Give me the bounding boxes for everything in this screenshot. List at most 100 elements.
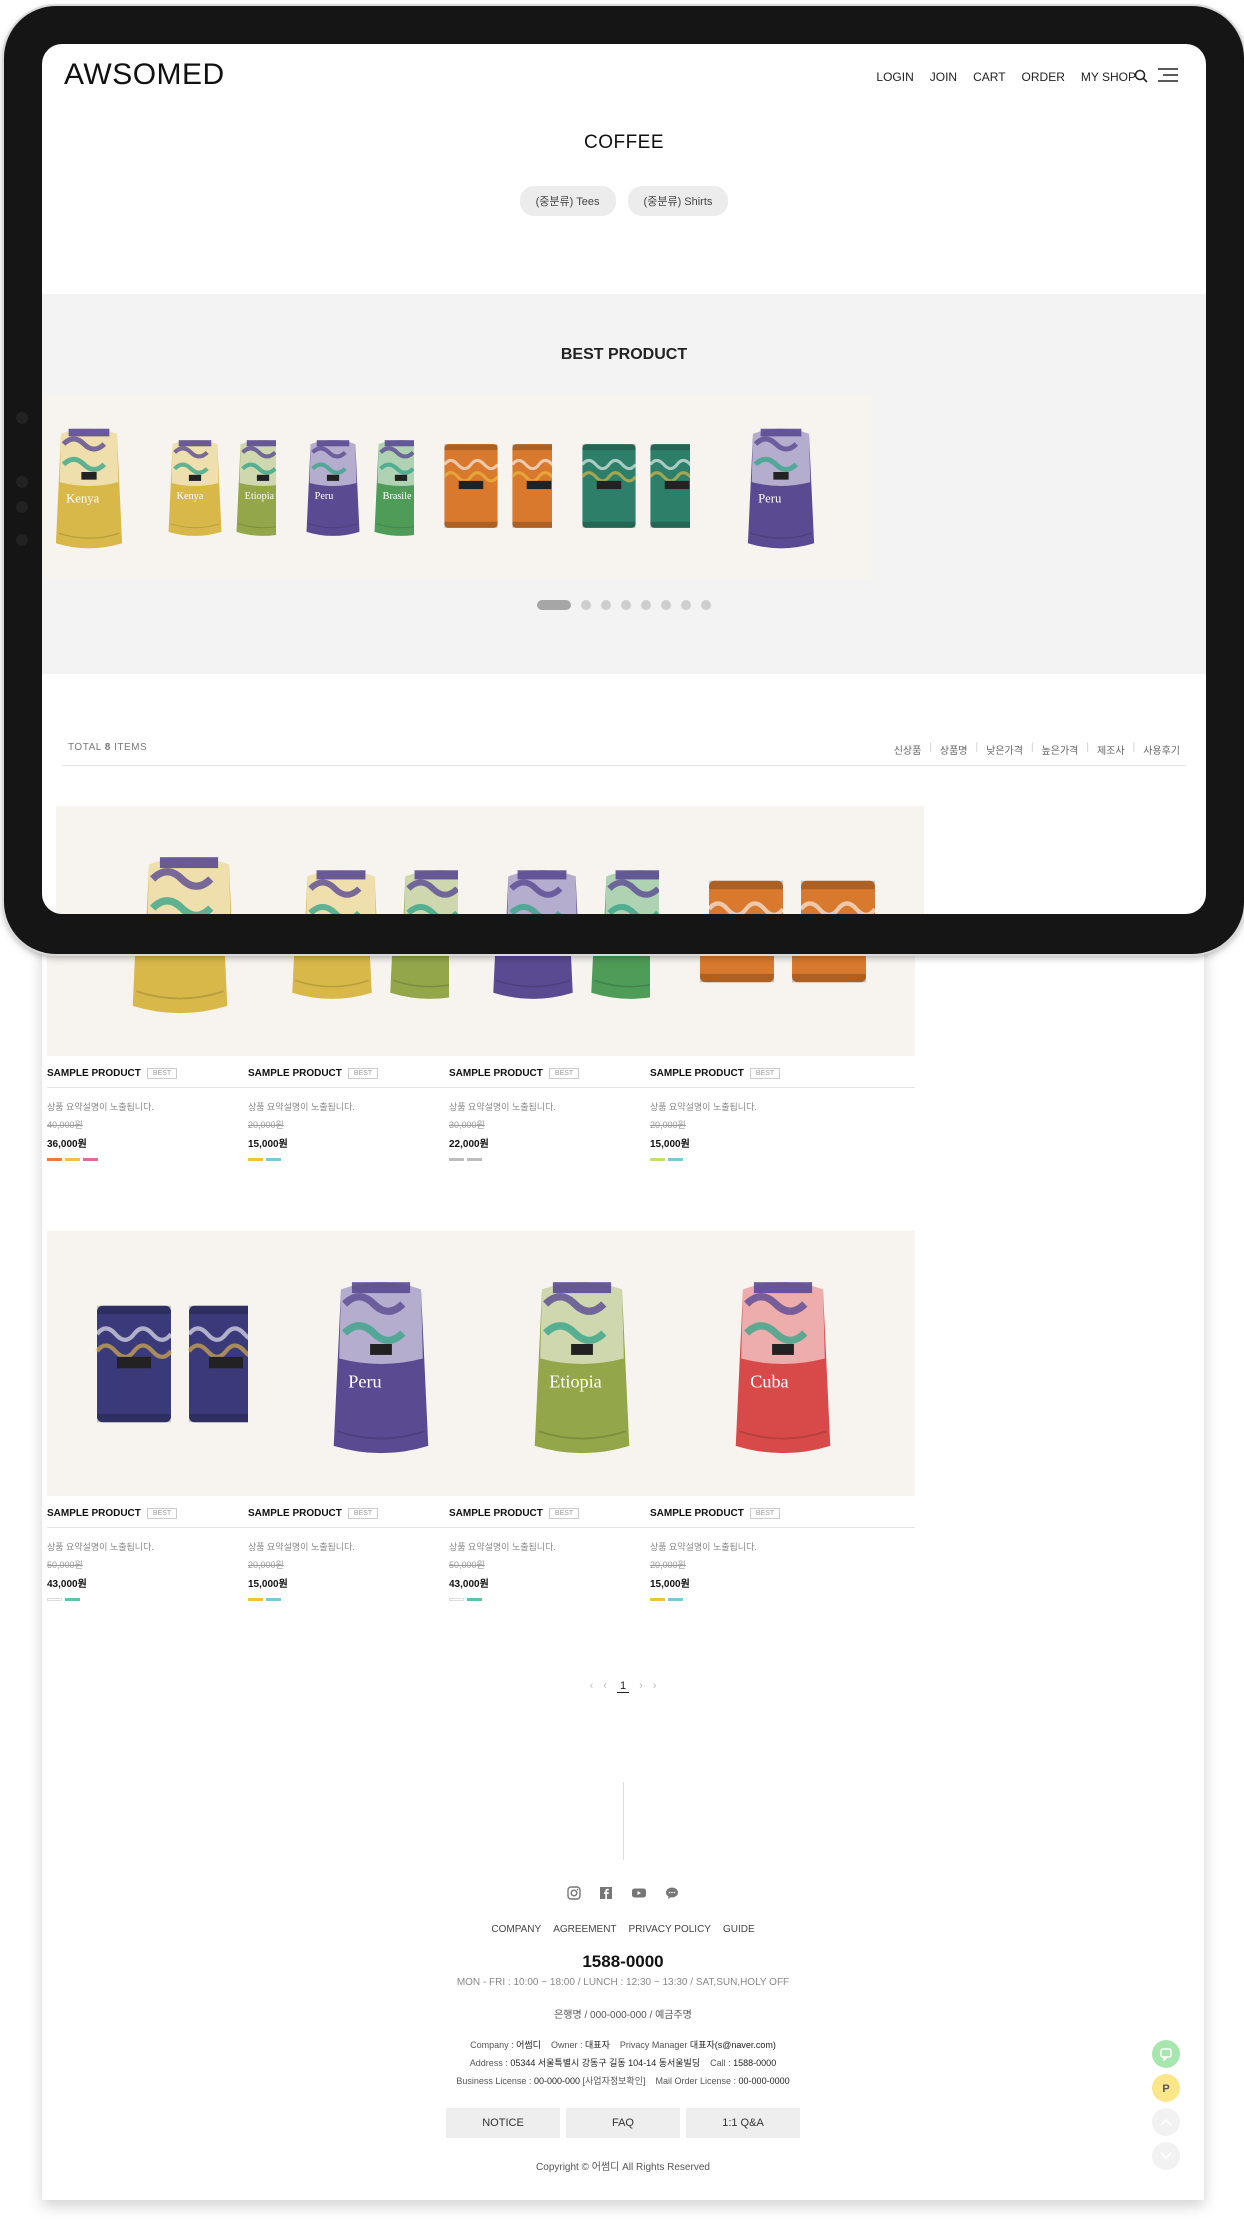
address-label: Address : xyxy=(469,2058,508,2068)
footer-link-company[interactable]: COMPANY xyxy=(491,1924,541,1935)
instagram-icon[interactable] xyxy=(567,1886,581,1900)
product-name[interactable]: SAMPLE PRODUCT xyxy=(47,1068,141,1079)
color-swatch[interactable] xyxy=(248,1158,263,1161)
color-swatch[interactable] xyxy=(47,1598,62,1601)
bank-info: 은행명 / 000-000-000 / 예금주명 xyxy=(554,2010,692,2021)
coffee-can-image xyxy=(94,1305,173,1422)
svg-text:Brasile: Brasile xyxy=(383,491,412,502)
carousel-dot[interactable] xyxy=(701,600,711,610)
color-swatch[interactable] xyxy=(467,1598,482,1601)
carousel-dot[interactable] xyxy=(601,600,611,610)
product-image[interactable]: Cuba xyxy=(650,1231,915,1496)
prev-page-button[interactable]: ‹ xyxy=(603,1680,607,1693)
sort-option[interactable]: 높은가격 xyxy=(1042,742,1079,757)
carousel-dot[interactable] xyxy=(581,600,591,610)
color-swatch[interactable] xyxy=(449,1598,464,1601)
youtube-icon[interactable] xyxy=(631,1886,647,1900)
best-slide[interactable]: Peru xyxy=(690,394,872,578)
product-name[interactable]: SAMPLE PRODUCT xyxy=(650,1508,744,1519)
color-swatch[interactable] xyxy=(65,1598,80,1601)
logo[interactable]: AWSOMED xyxy=(64,58,225,92)
color-swatch[interactable] xyxy=(266,1598,281,1601)
coffee-bag-image xyxy=(506,869,577,914)
color-swatch[interactable] xyxy=(47,1158,62,1161)
footer-divider xyxy=(623,1782,624,1860)
sort-option[interactable]: 제조사 xyxy=(1097,742,1125,757)
product-name[interactable]: SAMPLE PRODUCT xyxy=(449,1508,543,1519)
color-swatch[interactable] xyxy=(668,1598,683,1601)
mail-order-value: 00-000-0000 xyxy=(738,2076,790,2086)
talk-chat-button[interactable] xyxy=(1152,2040,1180,2068)
carousel-dot[interactable] xyxy=(681,600,691,610)
hamburger-menu-icon[interactable] xyxy=(1156,66,1180,84)
qna-button[interactable]: 1:1 Q&A xyxy=(686,2108,800,2138)
footer-link-agreement[interactable]: AGREEMENT xyxy=(553,1924,616,1935)
coffee-can-image xyxy=(581,444,637,528)
color-swatch[interactable] xyxy=(668,1158,683,1161)
carousel-dot[interactable] xyxy=(661,600,671,610)
color-swatch[interactable] xyxy=(467,1158,482,1161)
subcategory-shirts[interactable]: (중분류) Shirts xyxy=(627,186,729,216)
carousel-dot[interactable] xyxy=(537,600,571,610)
carousel-dot[interactable] xyxy=(621,600,631,610)
nav-myshop[interactable]: MY SHOP xyxy=(1081,70,1136,84)
facebook-icon[interactable] xyxy=(599,1886,613,1900)
faq-button[interactable]: FAQ xyxy=(566,2108,680,2138)
pay-button[interactable]: P xyxy=(1152,2074,1180,2102)
color-swatch[interactable] xyxy=(248,1598,263,1601)
sort-separator: | xyxy=(1030,742,1034,753)
coffee-bag-image: Peru xyxy=(333,1281,428,1453)
footer-nav: COMPANY AGREEMENT PRIVACY POLICY GUIDE xyxy=(42,1924,1204,1935)
best-product-section: BEST PRODUCT Kenya Kenya Etiopia Peru Brasil… xyxy=(42,294,1206,674)
call-label: Call : xyxy=(710,2058,731,2068)
license-check-link[interactable]: [사업자정보확인] xyxy=(583,2076,646,2086)
footer-link-guide[interactable]: GUIDE xyxy=(723,1924,755,1935)
product-name-row: SAMPLE PRODUCT BEST xyxy=(650,1068,915,1079)
product-name[interactable]: SAMPLE PRODUCT xyxy=(650,1068,744,1079)
nav-join[interactable]: JOIN xyxy=(930,70,957,84)
nav-login[interactable]: LOGIN xyxy=(876,70,913,84)
next-page-button[interactable]: › xyxy=(639,1680,643,1693)
last-page-button[interactable]: › xyxy=(653,1680,657,1693)
sort-option[interactable]: 상품명 xyxy=(940,742,968,757)
product-name[interactable]: SAMPLE PRODUCT xyxy=(248,1508,342,1519)
carousel-dot[interactable] xyxy=(641,600,651,610)
product-card[interactable]: Cuba SAMPLE PRODUCT BEST 상품 요약설명이 노출됩니다. 20,… xyxy=(650,1231,915,1601)
best-badge: BEST xyxy=(548,1068,580,1079)
best-badge: BEST xyxy=(146,1508,178,1519)
color-swatch[interactable] xyxy=(83,1158,98,1161)
color-swatch[interactable] xyxy=(650,1158,665,1161)
nav-order[interactable]: ORDER xyxy=(1022,70,1065,84)
privacy-label: Privacy Manager xyxy=(619,2040,688,2050)
product-card[interactable]: SAMPLE PRODUCTBEST상품 요약설명이 노출됩니다.20,000원… xyxy=(659,806,924,914)
color-swatch[interactable] xyxy=(65,1158,80,1161)
search-icon[interactable] xyxy=(1134,69,1148,83)
notice-button[interactable]: NOTICE xyxy=(446,2108,560,2138)
social-links xyxy=(42,1886,1204,1900)
color-swatch[interactable] xyxy=(449,1158,464,1161)
product-image[interactable] xyxy=(659,806,924,914)
best-badge: BEST xyxy=(749,1068,781,1079)
footer-link-privacy[interactable]: PRIVACY POLICY xyxy=(629,1924,711,1935)
first-page-button[interactable]: ‹ xyxy=(590,1680,594,1693)
product-name[interactable]: SAMPLE PRODUCT xyxy=(449,1068,543,1079)
divider xyxy=(650,1087,915,1088)
coffee-bag-image: Kenya xyxy=(168,440,222,536)
sort-separator: | xyxy=(975,742,979,753)
subcategory-tees[interactable]: (중분류) Tees xyxy=(519,186,616,216)
current-page[interactable]: 1 xyxy=(616,1680,630,1693)
chat-icon[interactable] xyxy=(665,1886,679,1900)
coffee-bag-image: Peru xyxy=(747,428,815,549)
product-image-art: Peru xyxy=(690,394,872,578)
sort-option[interactable]: 사용후기 xyxy=(1143,742,1180,757)
color-swatch[interactable] xyxy=(650,1598,665,1601)
nav-cart[interactable]: CART xyxy=(973,70,1005,84)
color-swatch[interactable] xyxy=(266,1158,281,1161)
sort-separator: | xyxy=(929,742,932,753)
product-name[interactable]: SAMPLE PRODUCT xyxy=(248,1068,342,1079)
sort-option[interactable]: 낮은가격 xyxy=(986,742,1023,757)
product-name[interactable]: SAMPLE PRODUCT xyxy=(47,1508,141,1519)
sort-option[interactable]: 신상품 xyxy=(894,742,922,757)
scroll-top-button[interactable] xyxy=(1152,2108,1180,2136)
scroll-bottom-button[interactable] xyxy=(1152,2142,1180,2170)
